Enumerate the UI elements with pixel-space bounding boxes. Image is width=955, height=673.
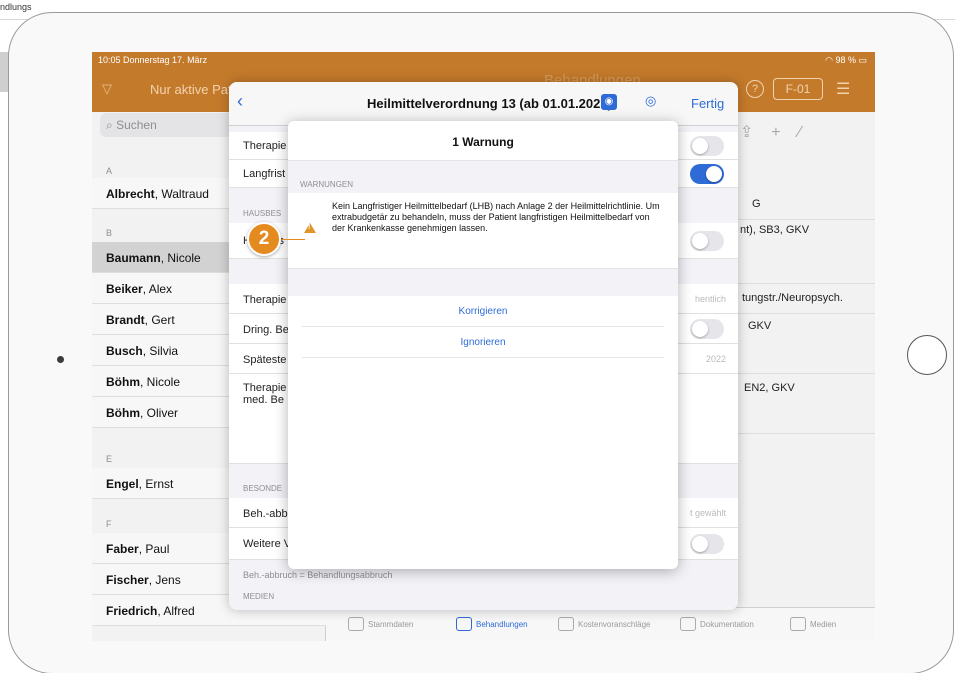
list-icon[interactable]: ☰ (836, 79, 850, 99)
sheet-navbar: ‹ Heilmittelverordnung 13 (ab 01.01.2021… (229, 82, 738, 126)
media-icon (790, 617, 806, 631)
toggle-weitere[interactable] (690, 534, 724, 554)
document-icon (680, 617, 696, 631)
filter-icon[interactable]: ▽ (102, 81, 116, 96)
sheet-title: Heilmittelverordnung 13 (ab 01.01.2021) (367, 96, 612, 111)
dialog-section-header: WARNUNGEN (288, 161, 678, 193)
bottom-tabbar: Stammdaten Behandlungen Kostenvoranschlä… (326, 607, 875, 641)
warning-dialog: 1 Warnung WARNUNGEN Kein Langfristiger H… (288, 121, 678, 569)
status-time: 10:05 Donnerstag 17. März (98, 55, 208, 65)
toggle-langfrist[interactable] (690, 164, 724, 184)
toggle-hausbesuch[interactable] (690, 231, 724, 251)
share-icon[interactable]: ⇪ (740, 124, 753, 141)
warning-message: Kein Langfristiger Heilmittelbedarf (LHB… (332, 201, 660, 233)
toggle-therapie[interactable] (690, 136, 724, 156)
eye-icon[interactable]: ◎ (645, 93, 656, 109)
edit-icon[interactable]: ∕ (798, 124, 801, 141)
section-medien: MEDIEN (243, 592, 275, 601)
battery-label: 98 % (835, 55, 856, 65)
search-placeholder: Suchen (116, 118, 157, 132)
tab-kostenvoranschlaege[interactable]: Kostenvoranschläge (558, 614, 651, 634)
ignorieren-button[interactable]: Ignorieren (302, 327, 664, 358)
footnote-text: Beh.-abbruch = Behandlungsabbruch (243, 570, 393, 580)
korrigieren-button[interactable]: Korrigieren (302, 296, 664, 327)
filter-title[interactable]: Nur aktive Pat (150, 82, 232, 97)
tab-stammdaten[interactable]: Stammdaten (348, 614, 413, 634)
tab-behandlungen[interactable]: Behandlungen (456, 614, 528, 634)
warning-icon (304, 223, 316, 233)
camera-icon[interactable]: ◉ (601, 94, 617, 110)
status-bar: 10:05 Donnerstag 17. März ◠ 98 % ▭ (92, 52, 875, 68)
status-battery: ◠ 98 % ▭ (825, 55, 867, 66)
add-icon[interactable]: + (771, 124, 780, 141)
camera-dot (57, 356, 64, 363)
code-button[interactable]: F-01 (773, 78, 823, 100)
toolbar-actions: ⇪ + ∕ (740, 122, 801, 142)
home-button[interactable] (907, 335, 947, 375)
treatment-icon (456, 617, 472, 631)
callout-line (281, 239, 305, 240)
dialog-title: 1 Warnung (288, 121, 678, 161)
battery-icon: ▭ (858, 55, 867, 65)
section-besonderheiten: BESONDE (243, 484, 283, 493)
done-button[interactable]: Fertig (691, 96, 724, 111)
back-chevron-icon[interactable]: ‹ (237, 91, 243, 112)
toggle-dringlich[interactable] (690, 319, 724, 339)
wifi-icon: ◠ (825, 55, 836, 65)
callout-badge: 2 (247, 222, 281, 256)
help-icon[interactable]: ? (746, 80, 764, 98)
estimate-icon (558, 617, 574, 631)
search-icon: ⌕ (106, 118, 117, 132)
person-icon (348, 617, 364, 631)
background-text: ndlungs (0, 2, 32, 12)
warning-message-row: Kein Langfristiger Heilmittelbedarf (LHB… (288, 193, 678, 269)
tab-dokumentation[interactable]: Dokumentation (680, 614, 754, 634)
section-hausbesuch: HAUSBES (243, 209, 282, 218)
dialog-spacer (288, 269, 678, 296)
tab-medien[interactable]: Medien (790, 614, 836, 634)
